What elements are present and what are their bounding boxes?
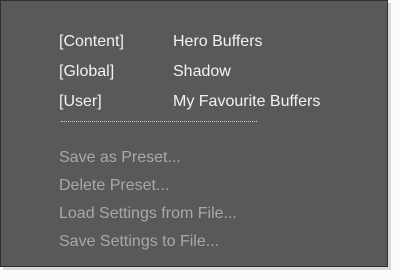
preset-scope-label: [Content] xyxy=(59,33,124,50)
preset-name-label: Shadow xyxy=(173,63,231,80)
menu-item-delete-preset[interactable]: Delete Preset... xyxy=(59,174,169,198)
menu-item-save-as-preset[interactable]: Save as Preset... xyxy=(59,146,181,170)
menu-item-load-settings-from-file[interactable]: Load Settings from File... xyxy=(59,202,237,226)
menu-item-preset-shadow[interactable]: [Global] Shadow xyxy=(59,60,231,84)
menu-separator xyxy=(61,121,257,122)
menu-item-preset-my-favourite-buffers[interactable]: [User] My Favourite Buffers xyxy=(59,90,320,114)
preset-name-label: My Favourite Buffers xyxy=(173,93,321,110)
menu-item-save-settings-to-file[interactable]: Save Settings to File... xyxy=(59,230,219,254)
context-menu: [Content] Hero Buffers [Global] Shadow [… xyxy=(0,0,388,267)
preset-name-label: Hero Buffers xyxy=(173,33,263,50)
preset-scope-label: [User] xyxy=(59,93,102,110)
preset-scope-label: [Global] xyxy=(59,63,115,80)
menu-item-preset-hero-buffers[interactable]: [Content] Hero Buffers xyxy=(59,30,263,54)
